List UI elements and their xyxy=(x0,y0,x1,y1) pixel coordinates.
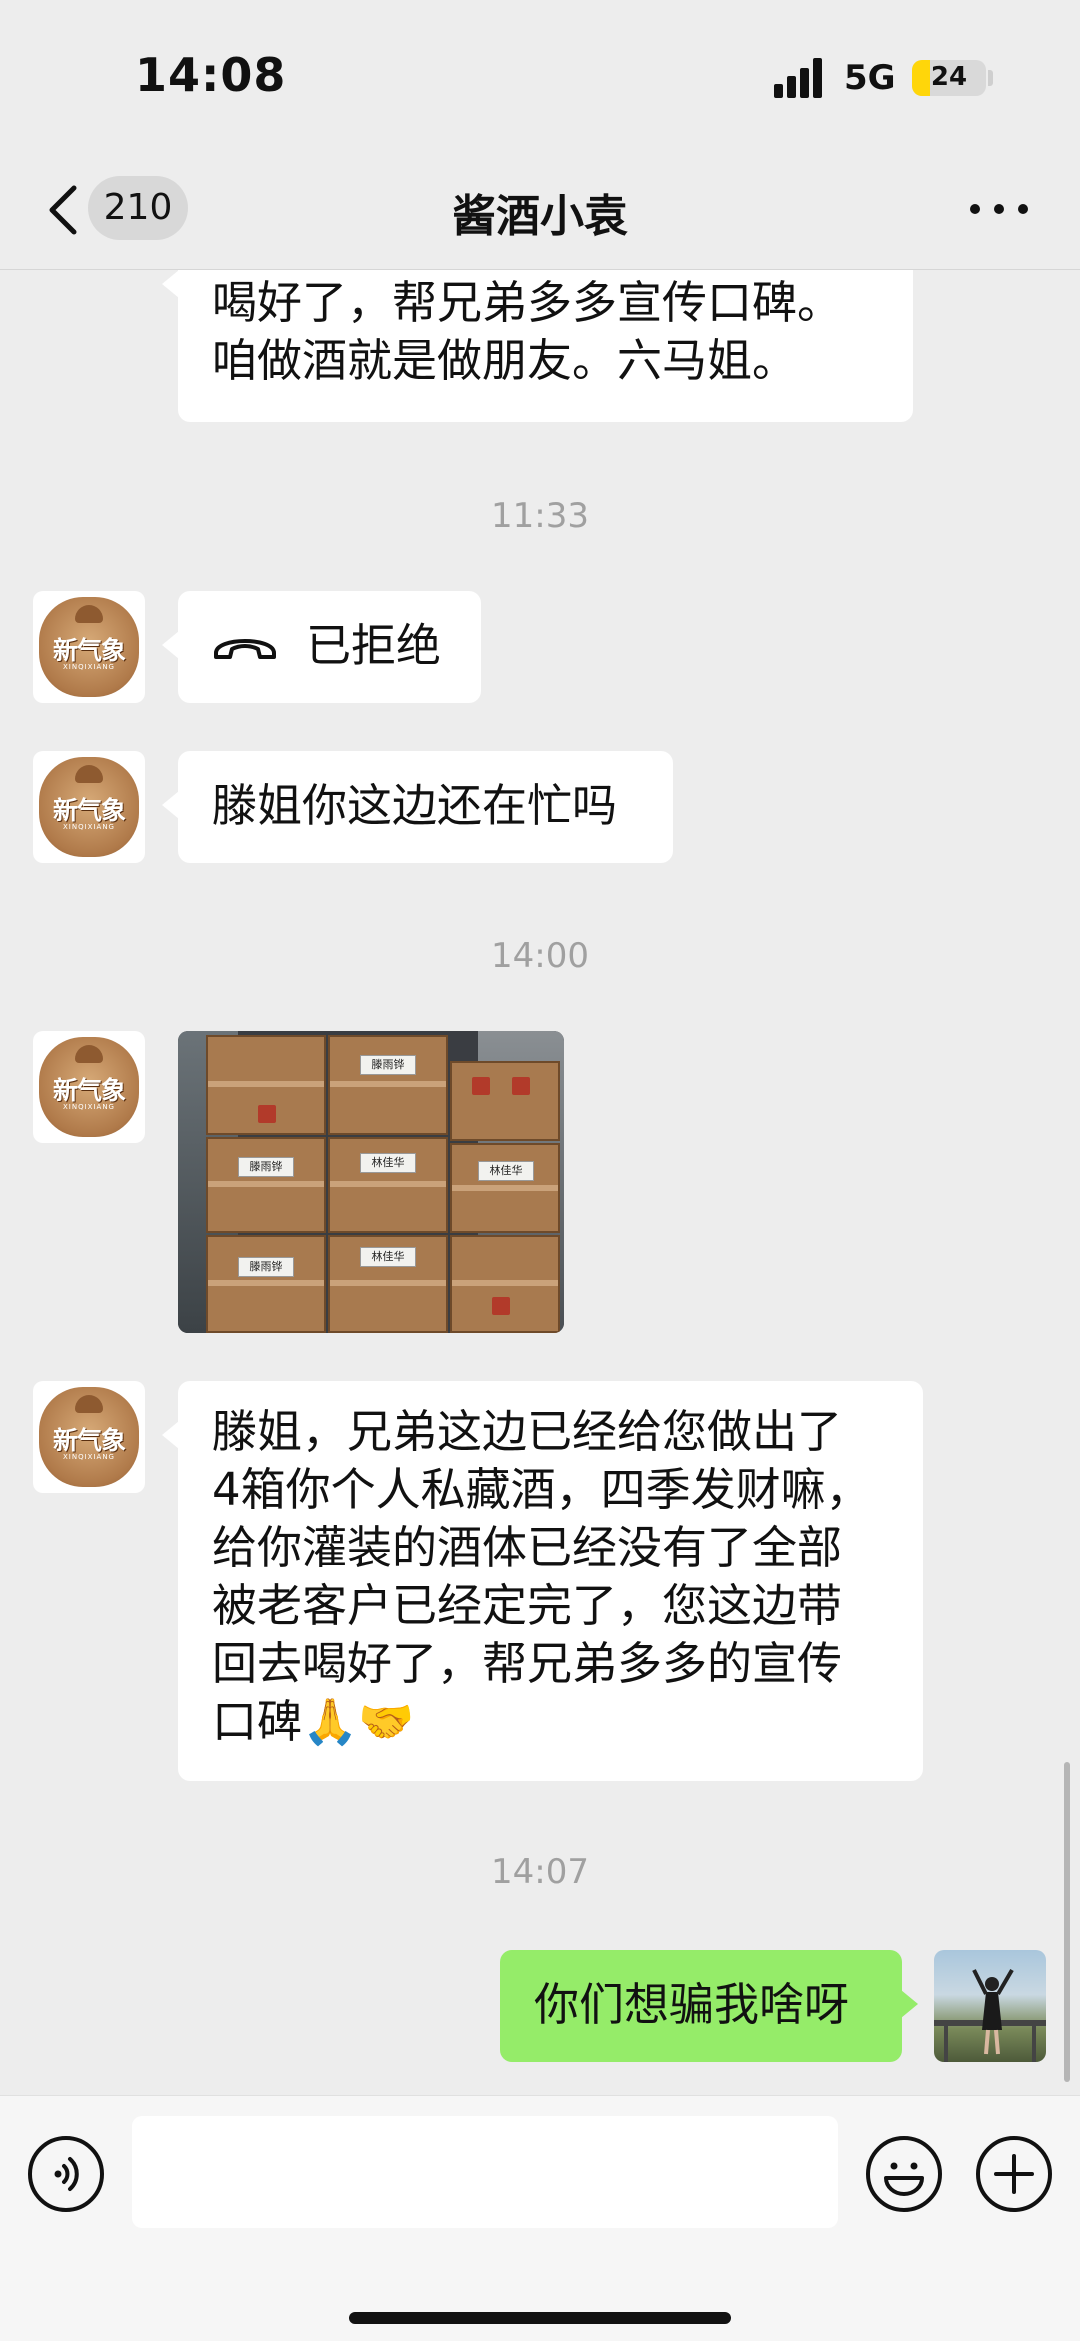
contact-avatar[interactable]: 新气象 XINQIXIANG xyxy=(33,751,145,863)
message-text-line: 咱做酒就是做朋友。六马姐。 xyxy=(212,334,798,387)
message-text-input[interactable] xyxy=(132,2116,838,2228)
contact-avatar[interactable]: 新气象 XINQIXIANG xyxy=(33,1031,145,1143)
more-functions-button[interactable] xyxy=(976,2136,1052,2212)
phone-declined-icon xyxy=(214,639,276,659)
image-message-liquor-boxes[interactable]: 滕雨铧 滕雨铧 林佳华 林佳华 滕雨铧 林佳华 xyxy=(178,1031,564,1333)
liquor-box: 林佳华 xyxy=(450,1143,560,1233)
message-text-line: 被老客户已经定完了，您这边带 xyxy=(212,1579,843,1632)
contact-avatar[interactable]: 新气象 XINQIXIANG xyxy=(33,1381,145,1493)
liquor-box: 滕雨铧 xyxy=(328,1035,448,1135)
my-avatar[interactable] xyxy=(934,1950,1046,2062)
timestamp: 14:07 xyxy=(491,1852,589,1892)
brand-logo-icon: 新气象 XINQIXIANG xyxy=(39,597,139,697)
liquor-box: 林佳华 xyxy=(328,1235,448,1333)
smiley-face-icon xyxy=(884,2162,924,2196)
chat-message-list[interactable]: 喝好了，帮兄弟多多宣传口碑。 咱做酒就是做朋友。六马姐。 11:33 新气象 X… xyxy=(0,270,1080,2095)
battery-cap xyxy=(988,70,993,86)
liquor-box: 林佳华 xyxy=(328,1137,448,1233)
liquor-box: 滕雨铧 xyxy=(206,1137,326,1233)
brand-logo-icon: 新气象 XINQIXIANG xyxy=(39,1037,139,1137)
message-bubble[interactable]: 滕姐你这边还在忙吗 xyxy=(162,751,673,863)
message-text-line: 给你灌装的酒体已经没有了全部 xyxy=(212,1521,843,1574)
more-dot-icon xyxy=(1018,204,1028,214)
my-message-bubble[interactable]: 你们想骗我啥呀 xyxy=(500,1950,918,2062)
liquor-box xyxy=(450,1235,560,1333)
timestamp: 14:00 xyxy=(491,936,589,976)
contact-avatar[interactable]: 新气象 XINQIXIANG xyxy=(33,591,145,703)
more-dot-icon xyxy=(970,204,980,214)
home-indicator[interactable] xyxy=(349,2312,731,2324)
status-time: 14:08 xyxy=(135,48,287,102)
voice-input-button[interactable] xyxy=(28,2136,104,2212)
message-text: 滕姐你这边还在忙吗 xyxy=(212,779,618,832)
liquor-box xyxy=(450,1061,560,1141)
chat-header: 210 酱酒小袁 xyxy=(0,150,1080,270)
emoji-pray-handshake-icon: 🙏🤝 xyxy=(302,1695,415,1748)
person-photo-icon xyxy=(934,1968,1046,2062)
plus-icon xyxy=(994,2154,1034,2194)
call-record-bubble[interactable]: 已拒绝 xyxy=(162,591,481,703)
liquor-box xyxy=(206,1035,326,1135)
message-text-line: 口碑🙏🤝 xyxy=(212,1695,415,1748)
message-bubble-partial[interactable]: 喝好了，帮兄弟多多宣传口碑。 咱做酒就是做朋友。六马姐。 xyxy=(162,270,913,422)
timestamp: 11:33 xyxy=(491,496,589,536)
status-bar: 14:08 5G 24 xyxy=(0,0,1080,150)
message-input-bar xyxy=(0,2095,1080,2341)
message-text: 你们想骗我啥呀 xyxy=(534,1978,850,2031)
battery-percent: 24 xyxy=(930,62,968,92)
battery-icon: 24 xyxy=(912,60,986,96)
scrollbar-thumb[interactable] xyxy=(1064,1762,1070,2082)
chat-title: 酱酒小袁 xyxy=(452,191,628,242)
call-status-text: 已拒绝 xyxy=(306,619,442,672)
network-type: 5G xyxy=(844,58,896,98)
message-text-line: 滕姐，兄弟这边已经给您做出了 xyxy=(212,1405,843,1458)
brand-logo-icon: 新气象 XINQIXIANG xyxy=(39,757,139,857)
liquor-box: 滕雨铧 xyxy=(206,1235,326,1333)
message-text-line: 回去喝好了，帮兄弟多多的宣传 xyxy=(212,1637,843,1690)
message-text-line: 喝好了，帮兄弟多多宣传口碑。 xyxy=(212,276,843,329)
emoji-button[interactable] xyxy=(866,2136,942,2212)
more-options-button[interactable] xyxy=(970,194,1036,224)
voice-wave-icon xyxy=(54,2157,79,2191)
brand-logo-icon: 新气象 XINQIXIANG xyxy=(39,1387,139,1487)
message-text-line: 4箱你个人私藏酒，四季发财嘛， xyxy=(212,1463,871,1516)
signal-strength-icon xyxy=(774,58,830,98)
message-bubble-long[interactable]: 滕姐，兄弟这边已经给您做出了 4箱你个人私藏酒，四季发财嘛， 给你灌装的酒体已经… xyxy=(162,1381,923,1781)
more-dot-icon xyxy=(994,204,1004,214)
